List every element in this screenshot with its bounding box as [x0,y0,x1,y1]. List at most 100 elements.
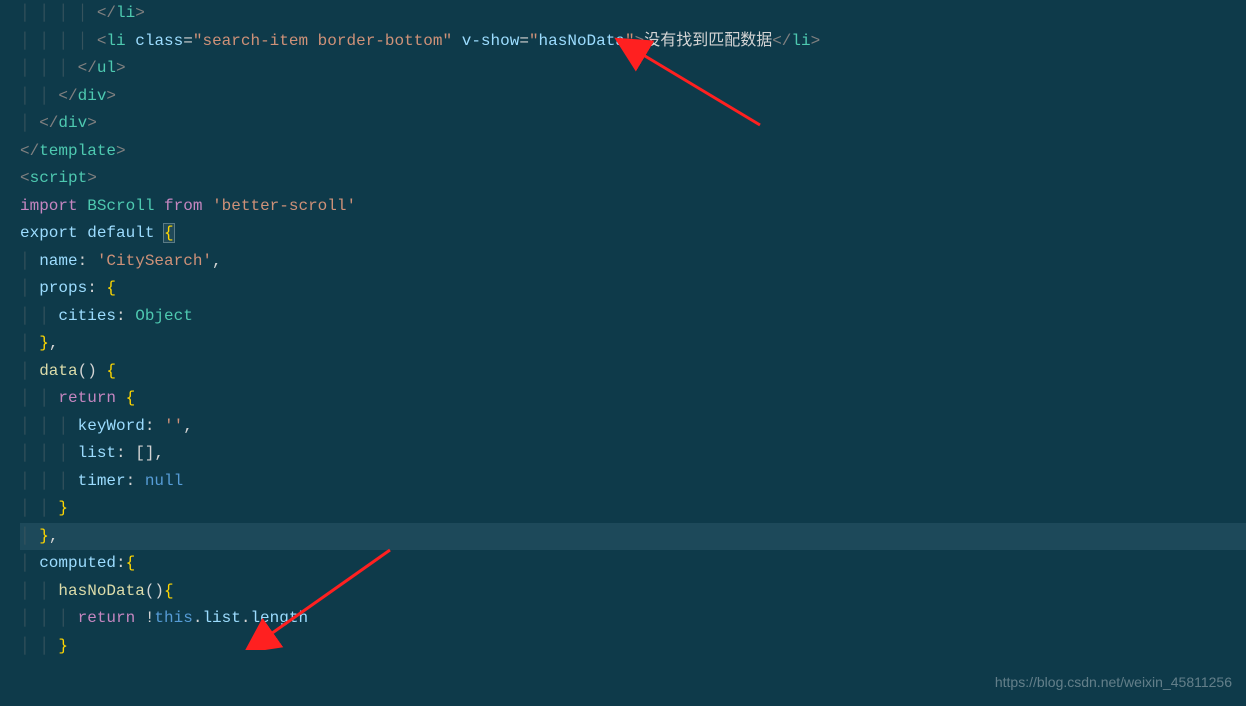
code-token [78,197,88,215]
code-token: > [135,4,145,22]
code-token: </ [78,59,97,77]
code-token: li [116,4,135,22]
indent-guide: │ [20,334,39,352]
code-token: </ [20,142,39,160]
code-token: li [106,32,125,50]
code-token: . [193,609,203,627]
code-token: </ [97,4,116,22]
indent-guide: │ │ [20,389,58,407]
code-editor[interactable]: │ │ │ │ </li>│ │ │ │ <li class="search-i… [0,0,1246,660]
code-token: > [87,114,97,132]
code-token [116,389,126,407]
indent-guide: │ │ │ [20,59,78,77]
code-token [126,32,136,50]
code-line[interactable]: │ data() { [20,358,1246,386]
indent-guide: │ [20,362,39,380]
code-line[interactable]: │ │ │ timer: null [20,468,1246,496]
code-token: return [58,389,116,407]
code-token: , [49,334,59,352]
code-token: this [154,609,192,627]
code-token [154,224,164,242]
code-token: div [78,87,107,105]
indent-guide: │ [20,279,39,297]
code-line[interactable]: │ }, [20,330,1246,358]
code-token: ul [97,59,116,77]
code-token: { [164,224,174,242]
code-token: } [39,334,49,352]
code-line[interactable]: │ name: 'CitySearch', [20,248,1246,276]
code-token: 'CitySearch' [97,252,212,270]
code-line[interactable]: │ </div> [20,110,1246,138]
code-token: = [519,32,529,50]
indent-guide: │ │ │ [20,609,78,627]
code-token: Object [135,307,193,325]
indent-guide: │ │ │ │ [20,4,97,22]
indent-guide: │ │ │ [20,444,78,462]
code-token: " [529,32,539,50]
code-token: 没有找到匹配数据 [644,32,772,50]
code-line[interactable]: │ │ cities: Object [20,303,1246,331]
code-token: : [116,307,135,325]
code-line[interactable]: │ │ │ </ul> [20,55,1246,83]
code-token: > [811,32,821,50]
code-token: list [78,444,116,462]
code-token: 'better-scroll' [212,197,356,215]
code-token: cities [58,307,116,325]
code-token: = [183,32,193,50]
indent-guide: │ │ │ [20,472,78,490]
code-token: () [145,582,164,600]
code-line[interactable]: │ │ </div> [20,83,1246,111]
code-line[interactable]: <script> [20,165,1246,193]
code-line[interactable]: │ │ │ list: [], [20,440,1246,468]
code-line[interactable]: │ │ return { [20,385,1246,413]
code-token: . [241,609,251,627]
code-token: : [87,279,106,297]
code-token: { [106,279,116,297]
code-line[interactable]: │ computed:{ [20,550,1246,578]
code-token: > [87,169,97,187]
code-line[interactable]: │ │ hasNoData(){ [20,578,1246,606]
indent-guide: │ [20,527,39,545]
code-line[interactable]: import BScroll from 'better-scroll' [20,193,1246,221]
code-token: </ [39,114,58,132]
watermark-text: https://blog.csdn.net/weixin_45811256 [995,669,1232,697]
code-line[interactable]: │ │ │ │ <li class="search-item border-bo… [20,28,1246,56]
code-line[interactable]: │ │ │ return !this.list.length [20,605,1246,633]
code-line[interactable]: │ │ } [20,495,1246,523]
code-line[interactable]: </template> [20,138,1246,166]
code-token [154,197,164,215]
code-line[interactable]: export default { [20,220,1246,248]
code-token: keyWord [78,417,145,435]
code-token: list [202,609,240,627]
code-line[interactable]: │ │ } [20,633,1246,661]
code-token: } [39,527,49,545]
code-token: props [39,279,87,297]
code-token: } [58,637,68,655]
code-token: ! [135,609,154,627]
code-line[interactable]: │ props: { [20,275,1246,303]
code-token: length [250,609,308,627]
code-line[interactable]: │ │ │ │ </li> [20,0,1246,28]
indent-guide: │ [20,554,39,572]
code-token: , [49,527,59,545]
code-token: script [30,169,88,187]
indent-guide: │ │ [20,87,58,105]
code-token: name [39,252,77,270]
code-token: from [164,197,202,215]
code-token: { [164,582,174,600]
code-token: , [183,417,193,435]
code-token: return [78,609,136,627]
code-token: </ [58,87,77,105]
code-token: < [97,32,107,50]
code-line[interactable]: │ }, [20,523,1246,551]
code-line[interactable]: │ │ │ keyWord: '', [20,413,1246,441]
code-token: , [154,444,164,462]
indent-guide: │ │ [20,307,58,325]
code-token: " [625,32,635,50]
indent-guide: │ │ [20,637,58,655]
code-token: hasNoData [539,32,625,50]
indent-guide: │ [20,114,39,132]
code-token: : [116,554,126,572]
code-token: null [145,472,183,490]
code-token: { [126,389,136,407]
